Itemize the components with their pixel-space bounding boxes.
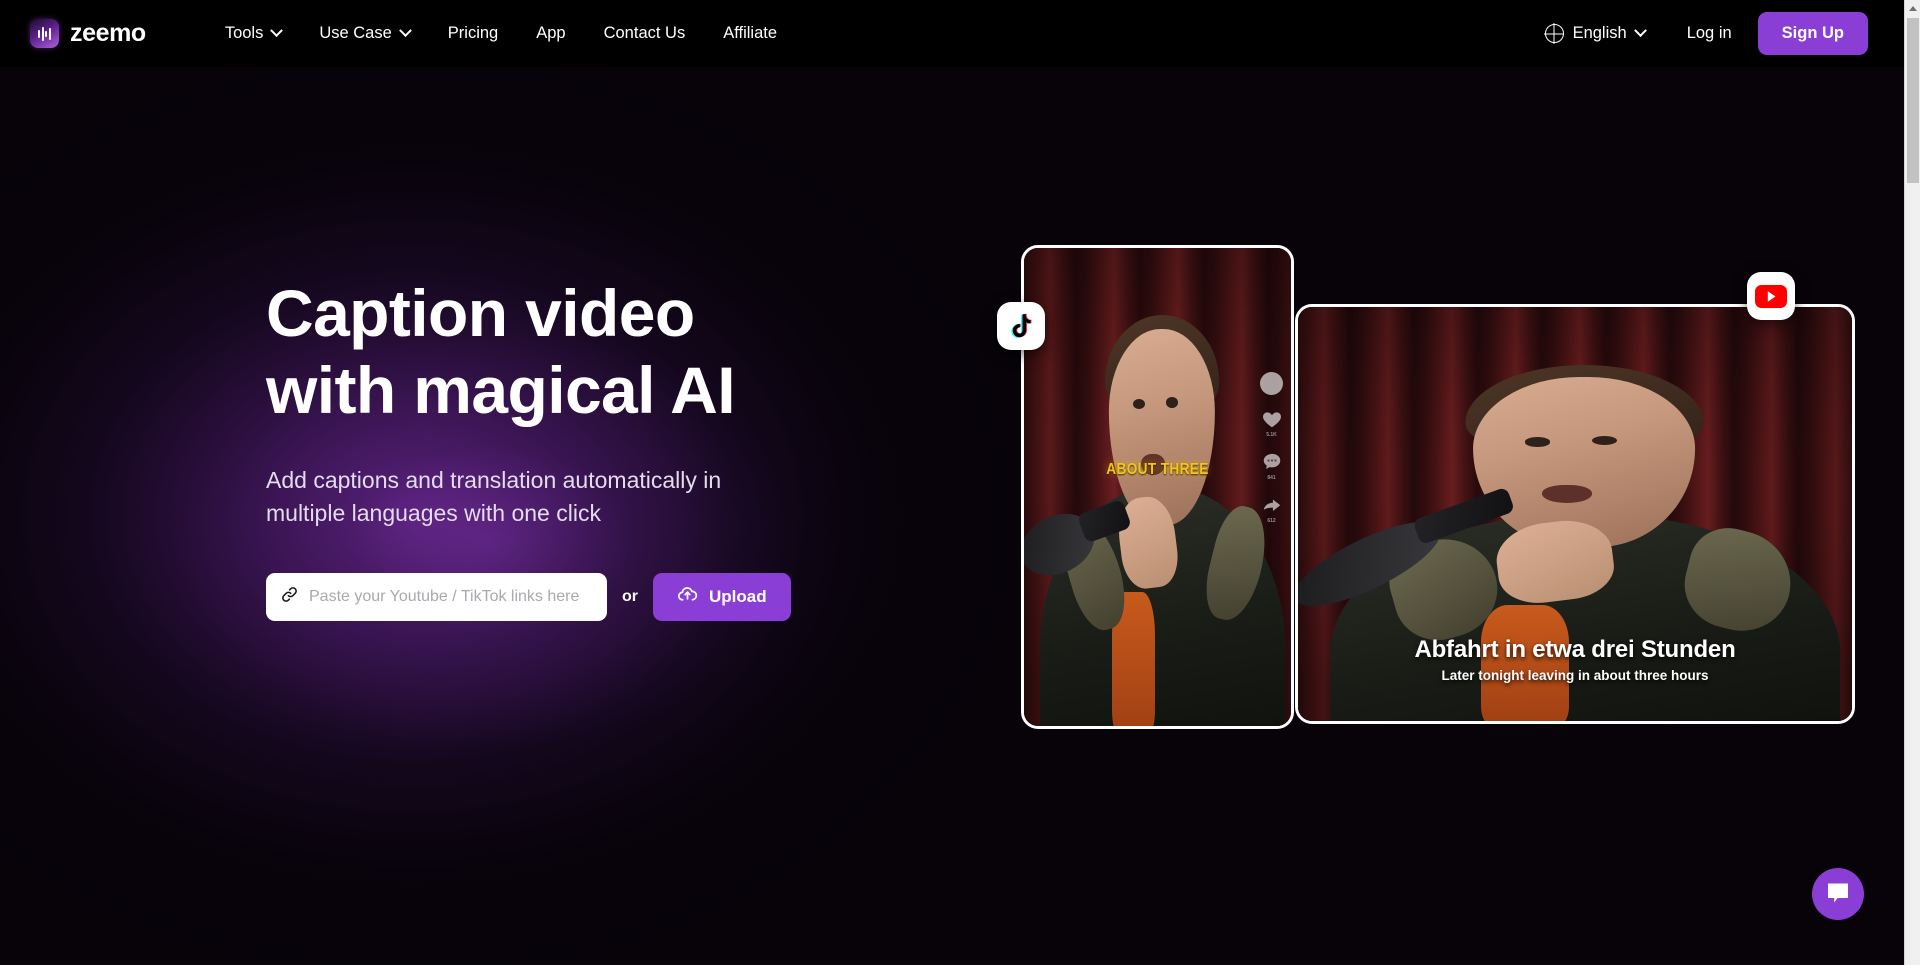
- scrollbar[interactable]: [1904, 0, 1920, 965]
- nav-label: App: [536, 24, 566, 42]
- signup-button[interactable]: Sign Up: [1757, 12, 1868, 55]
- nav-item-contact-us[interactable]: Contact Us: [585, 24, 705, 43]
- language-selector[interactable]: English: [1529, 24, 1661, 43]
- header-actions: English Log in Sign Up: [1529, 12, 1868, 55]
- upload-label: Upload: [709, 586, 767, 606]
- hero-content: Caption video with magical AI Add captio…: [266, 275, 906, 621]
- site-header: zeemo Tools Use Case Pricing App Contact…: [0, 0, 1904, 67]
- main-nav: Tools Use Case Pricing App Contact Us Af…: [206, 24, 796, 43]
- url-input-wrapper[interactable]: [266, 572, 607, 621]
- landscape-caption-block: Abfahrt in etwa drei Stunden Later tonig…: [1298, 636, 1852, 683]
- language-label: English: [1572, 24, 1627, 42]
- caption-primary: ABOUT THREE: [1106, 460, 1209, 478]
- tiktok-action-rail: 5.1K 841 612: [1260, 372, 1283, 524]
- nav-item-app[interactable]: App: [517, 24, 584, 43]
- chat-widget-button[interactable]: [1812, 868, 1864, 920]
- search-input[interactable]: [309, 587, 593, 606]
- hero-subtitle: Add captions and translation automatical…: [266, 467, 722, 527]
- tiktok-icon: [997, 302, 1045, 350]
- share-icon: [1261, 494, 1283, 516]
- globe-icon: [1544, 24, 1564, 43]
- rail-item-share[interactable]: 612: [1261, 494, 1283, 524]
- heart-icon: [1261, 408, 1283, 430]
- nav-item-tools[interactable]: Tools: [206, 24, 301, 43]
- logo-text: zeemo: [70, 19, 146, 47]
- nav-item-pricing[interactable]: Pricing: [429, 24, 517, 43]
- page-title: Caption video with magical AI: [266, 276, 736, 428]
- scrollbar-thumb[interactable]: [1906, 18, 1919, 183]
- rail-item-comment[interactable]: 841: [1261, 451, 1283, 481]
- chevron-down-icon: [270, 24, 284, 38]
- link-icon: [280, 585, 299, 609]
- caption-secondary: Later tonight leaving in about three hou…: [1441, 668, 1709, 683]
- youtube-icon: [1747, 272, 1795, 320]
- or-label: or: [622, 587, 638, 605]
- like-count: 5.1K: [1266, 432, 1277, 439]
- waveform-icon: [30, 19, 59, 48]
- vertical-video-preview[interactable]: ABOUT THREE 5.1K 841 612: [1021, 245, 1294, 729]
- rail-item-avatar[interactable]: [1260, 372, 1283, 396]
- logo[interactable]: zeemo: [30, 19, 146, 48]
- upload-button[interactable]: Upload: [653, 572, 791, 621]
- login-link[interactable]: Log in: [1661, 24, 1758, 43]
- chat-bubble-icon: [1825, 881, 1851, 908]
- nav-label: Pricing: [447, 24, 499, 42]
- comment-icon: [1261, 451, 1283, 473]
- rail-item-like[interactable]: 5.1K: [1261, 408, 1283, 438]
- caption-primary: Abfahrt in etwa drei Stunden: [1414, 636, 1736, 663]
- page-root: zeemo Tools Use Case Pricing App Contact…: [0, 0, 1920, 965]
- comment-count: 841: [1267, 475, 1276, 482]
- scroll-up-arrow-icon[interactable]: [1905, 0, 1920, 17]
- chevron-down-icon: [1633, 24, 1647, 38]
- avatar-icon: [1260, 372, 1283, 396]
- nav-label: Affiliate: [723, 24, 778, 42]
- nav-label: Use Case: [319, 24, 392, 42]
- nav-label: Contact Us: [603, 24, 686, 42]
- landscape-video-preview[interactable]: Abfahrt in etwa drei Stunden Later tonig…: [1295, 304, 1855, 724]
- video-subject: [1024, 248, 1291, 726]
- nav-item-use-case[interactable]: Use Case: [300, 24, 428, 43]
- cloud-upload-icon: [677, 584, 698, 610]
- share-count: 612: [1267, 518, 1276, 525]
- nav-label: Tools: [224, 24, 264, 42]
- chevron-down-icon: [398, 24, 412, 38]
- nav-item-affiliate[interactable]: Affiliate: [704, 24, 796, 43]
- hero-actions: or Upload: [266, 572, 906, 621]
